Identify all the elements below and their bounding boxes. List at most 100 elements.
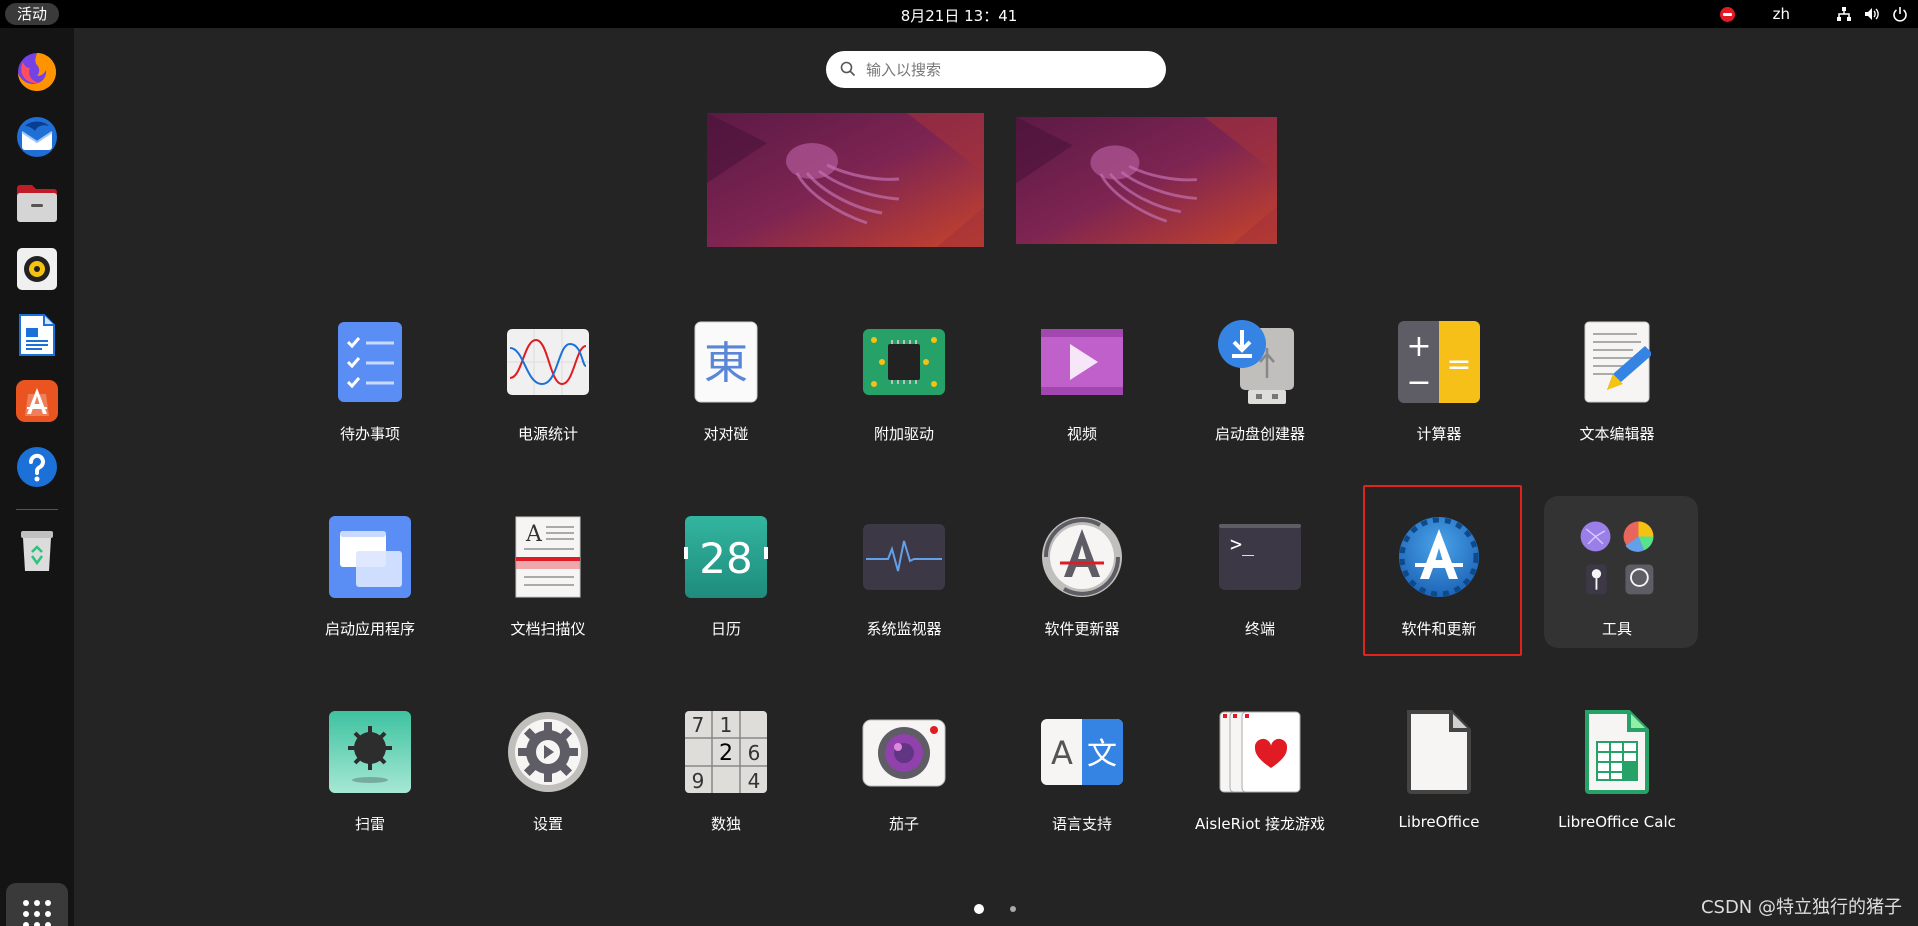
app-label: 待办事项 <box>339 425 400 443</box>
workspace-thumbnail-2[interactable] <box>1016 117 1277 244</box>
mines-icon <box>328 710 412 794</box>
app-calendar[interactable]: 28 日历 <box>646 505 806 675</box>
firefox-icon[interactable] <box>12 46 62 96</box>
app-calculator[interactable]: + − = 计算器 <box>1359 310 1519 480</box>
sudoku-icon: 71 26 9 4 <box>684 710 768 794</box>
app-label: 扫雷 <box>354 815 385 833</box>
app-label: 软件更新器 <box>1044 620 1120 638</box>
power-statistics-icon <box>506 320 590 404</box>
app-label: LibreOffice <box>1398 813 1480 831</box>
app-label: LibreOffice Calc <box>1558 813 1676 831</box>
help-icon[interactable] <box>12 442 62 492</box>
app-document-scanner[interactable]: A 文档扫描仪 <box>468 505 628 675</box>
startup-apps-icon <box>328 515 412 599</box>
network-icon[interactable] <box>1836 6 1852 22</box>
watermark: CSDN @特立独行的猪子 <box>1700 897 1902 918</box>
calculator-plus: + <box>1406 329 1431 364</box>
trash-icon[interactable] <box>12 526 62 576</box>
app-label: 文本编辑器 <box>1579 425 1655 443</box>
app-label: 茄子 <box>888 815 919 833</box>
dock <box>0 28 74 926</box>
app-cheese[interactable]: 茄子 <box>824 700 984 870</box>
terminal-prompt: >_ <box>1230 532 1255 556</box>
clock-button[interactable]: 8月21日 13：41 <box>901 7 1018 25</box>
app-label: 日历 <box>710 620 741 638</box>
app-mines[interactable]: 扫雷 <box>290 700 450 870</box>
app-software-properties[interactable]: 软件和更新 <box>1359 505 1519 675</box>
activities-button[interactable]: 活动 <box>5 3 60 25</box>
app-todo[interactable]: 待办事项 <box>290 310 450 480</box>
utilities-folder-icon <box>1575 515 1659 599</box>
input-method-indicator[interactable]: zh <box>1773 5 1790 23</box>
mahjongg-icon: 東 <box>684 320 768 404</box>
video-icon <box>1040 320 1124 404</box>
app-system-monitor[interactable]: 系统监视器 <box>824 505 984 675</box>
app-label: 启动盘创建器 <box>1214 425 1305 443</box>
sudoku-digit: 7 <box>692 713 705 737</box>
app-utilities-folder[interactable]: 工具 <box>1537 505 1697 675</box>
search-icon <box>840 61 856 77</box>
document-scanner-icon: A <box>506 515 590 599</box>
files-icon[interactable] <box>12 178 62 228</box>
calendar-icon: 28 <box>684 515 768 599</box>
volume-icon[interactable] <box>1864 6 1880 22</box>
app-language-support[interactable]: A文 语言支持 <box>1002 700 1162 870</box>
app-label: 软件和更新 <box>1401 620 1477 638</box>
app-text-editor[interactable]: 文本编辑器 <box>1537 310 1697 480</box>
settings-gear-icon <box>506 710 590 794</box>
rhythmbox-icon[interactable] <box>12 244 62 294</box>
page-dot-active[interactable] <box>974 904 984 914</box>
app-label: 工具 <box>1601 620 1632 638</box>
app-libreoffice-calc[interactable]: LibreOffice Calc <box>1537 700 1697 870</box>
app-settings[interactable]: 设置 <box>468 700 628 870</box>
libreoffice-writer-icon[interactable] <box>12 310 62 360</box>
scanner-letter: A <box>525 522 543 547</box>
app-label: 视频 <box>1066 425 1097 443</box>
workspace-thumbnail-1[interactable] <box>707 113 984 247</box>
sudoku-digit: 6 <box>748 741 761 765</box>
thunderbird-icon[interactable] <box>12 112 62 162</box>
software-icon[interactable] <box>12 376 62 426</box>
app-label: 电源统计 <box>517 425 578 443</box>
app-label: 附加驱动 <box>873 425 934 443</box>
additional-drivers-icon <box>862 320 946 404</box>
grid-icon <box>23 900 51 926</box>
app-terminal[interactable]: >_ 终端 <box>1180 505 1340 675</box>
app-label: 终端 <box>1244 620 1275 638</box>
calendar-day: 28 <box>699 534 752 583</box>
app-label: 计算器 <box>1416 425 1462 443</box>
calculator-icon: + − = <box>1397 320 1481 404</box>
do-not-disturb-icon[interactable] <box>1719 6 1735 22</box>
app-label: 设置 <box>532 815 563 833</box>
top-bar: 活动 8月21日 13：41 zh <box>0 0 1918 28</box>
app-libreoffice[interactable]: LibreOffice <box>1359 700 1519 870</box>
aisleriot-cards-icon <box>1218 710 1302 794</box>
app-mahjongg[interactable]: 東 对对碰 <box>646 310 806 480</box>
usb-creator-icon <box>1218 320 1302 404</box>
power-icon[interactable] <box>1892 6 1908 22</box>
calculator-minus: − <box>1406 365 1431 400</box>
sudoku-digit: 9 <box>692 769 705 793</box>
app-video[interactable]: 视频 <box>1002 310 1162 480</box>
app-label: 系统监视器 <box>866 620 942 638</box>
language-glyph-latin: A <box>1051 734 1073 772</box>
app-usb-creator[interactable]: 启动盘创建器 <box>1180 310 1340 480</box>
show-apps-button[interactable] <box>6 883 68 926</box>
app-label: 启动应用程序 <box>324 620 415 638</box>
libreoffice-icon <box>1397 710 1481 794</box>
search-input[interactable] <box>866 51 1156 88</box>
language-glyph-chinese: 文 <box>1087 737 1117 772</box>
app-label: 对对碰 <box>703 425 749 443</box>
sudoku-digit: 2 <box>719 741 733 766</box>
system-tray[interactable]: zh <box>1719 3 1908 25</box>
page-dot[interactable] <box>1010 906 1016 912</box>
app-startup-applications[interactable]: 启动应用程序 <box>290 505 450 675</box>
app-software-updater[interactable]: 软件更新器 <box>1002 505 1162 675</box>
app-sudoku[interactable]: 71 26 9 4 数独 <box>646 700 806 870</box>
text-editor-icon <box>1575 320 1659 404</box>
app-power-statistics[interactable]: 电源统计 <box>468 310 628 480</box>
app-additional-drivers[interactable]: 附加驱动 <box>824 310 984 480</box>
calculator-equals: = <box>1446 347 1471 382</box>
search-box[interactable] <box>826 51 1166 88</box>
app-aisleriot[interactable]: AisleRiot 接龙游戏 <box>1180 700 1340 870</box>
